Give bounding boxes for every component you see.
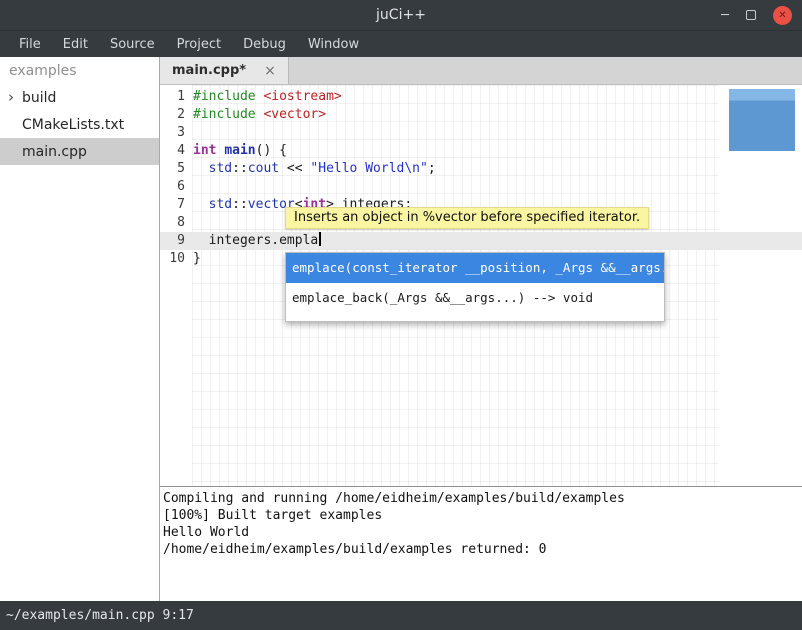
tab-label: main.cpp* bbox=[172, 63, 246, 78]
code-token: } bbox=[193, 251, 201, 266]
line-number: 5 bbox=[160, 160, 185, 178]
code-editor[interactable]: 1 #include <iostream> 2 #include <vector… bbox=[160, 85, 802, 486]
code-token: integers.empla bbox=[193, 233, 318, 248]
line-number: 2 bbox=[160, 106, 185, 124]
code-token: #include bbox=[193, 107, 256, 122]
terminal-line: Hello World bbox=[163, 524, 802, 541]
project-name-label: examples bbox=[0, 57, 159, 84]
statusbar: ~/examples/main.cpp 9:17 bbox=[0, 601, 802, 630]
code-line[interactable]: 6 bbox=[160, 178, 802, 196]
code-text: #include <iostream> bbox=[193, 88, 342, 106]
code-token: cout bbox=[248, 161, 279, 176]
close-icon: ✕ bbox=[778, 10, 786, 21]
code-token: () { bbox=[256, 143, 287, 158]
code-token bbox=[193, 161, 209, 176]
menu-edit[interactable]: Edit bbox=[52, 32, 99, 57]
menu-source[interactable]: Source bbox=[99, 32, 166, 57]
code-token: "Hello World\n" bbox=[310, 161, 427, 176]
code-line[interactable]: 3 bbox=[160, 124, 802, 142]
tabbar: main.cpp* × bbox=[160, 57, 802, 85]
status-file-position: ~/examples/main.cpp 9:17 bbox=[6, 608, 194, 623]
menu-debug[interactable]: Debug bbox=[232, 32, 297, 57]
autocomplete-item[interactable]: emplace_back(_Args &&__args...) --> void bbox=[286, 283, 664, 313]
code-token: int bbox=[193, 143, 216, 158]
window-controls: ─ ✕ bbox=[721, 0, 792, 30]
autocomplete-item[interactable]: emplace(const_iterator __position, _Args… bbox=[286, 253, 664, 283]
minimize-button[interactable]: ─ bbox=[721, 9, 729, 22]
code-line-current[interactable]: 9 integers.empla bbox=[160, 232, 802, 250]
line-number: 4 bbox=[160, 142, 185, 160]
tree-item-cmakelists[interactable]: CMakeLists.txt bbox=[0, 111, 159, 138]
close-button[interactable]: ✕ bbox=[773, 6, 792, 25]
tree-item-label: CMakeLists.txt bbox=[22, 117, 124, 133]
code-text: int main() { bbox=[193, 142, 287, 160]
terminal-line: [100%] Built target examples bbox=[163, 507, 802, 524]
code-token: :: bbox=[232, 197, 248, 212]
content: examples › build CMakeLists.txt main.cpp… bbox=[0, 57, 802, 601]
code-token bbox=[193, 197, 209, 212]
code-token: std bbox=[209, 161, 232, 176]
line-number: 1 bbox=[160, 88, 185, 106]
tree-item-build[interactable]: › build bbox=[0, 84, 159, 111]
scrollbar-thumb[interactable] bbox=[729, 89, 795, 151]
tree-item-label: main.cpp bbox=[22, 144, 87, 160]
code-token: std bbox=[209, 197, 232, 212]
autocomplete-popup: emplace(const_iterator __position, _Args… bbox=[285, 252, 665, 322]
code-line[interactable]: 1 #include <iostream> bbox=[160, 88, 802, 106]
main-panel: main.cpp* × 1 #include <iostream> 2 #inc… bbox=[160, 57, 802, 601]
terminal-line: /home/eidheim/examples/build/examples re… bbox=[163, 541, 802, 558]
line-number: 9 bbox=[160, 232, 185, 250]
menu-file[interactable]: File bbox=[8, 32, 52, 57]
code-token: <iostream> bbox=[263, 89, 341, 104]
build-output-panel: Compiling and running /home/eidheim/exam… bbox=[160, 486, 802, 601]
tab-close-icon[interactable]: × bbox=[264, 63, 276, 79]
code-text: std::cout << "Hello World\n"; bbox=[193, 160, 436, 178]
menu-project[interactable]: Project bbox=[166, 32, 232, 57]
code-line[interactable]: 4 int main() { bbox=[160, 142, 802, 160]
code-token: <vector> bbox=[263, 107, 326, 122]
code-token: :: bbox=[232, 161, 248, 176]
code-line[interactable]: 2 #include <vector> bbox=[160, 106, 802, 124]
code-token: #include bbox=[193, 89, 256, 104]
line-number: 10 bbox=[160, 250, 185, 268]
code-text: } bbox=[193, 250, 201, 268]
line-number: 6 bbox=[160, 178, 185, 196]
file-tree-sidebar: examples › build CMakeLists.txt main.cpp bbox=[0, 57, 160, 601]
doc-tooltip: Inserts an object in %vector before spec… bbox=[285, 207, 649, 229]
menu-window[interactable]: Window bbox=[297, 32, 370, 57]
code-token: << bbox=[279, 161, 310, 176]
window-title: juCi++ bbox=[0, 7, 802, 23]
menubar: File Edit Source Project Debug Window bbox=[0, 30, 802, 57]
chevron-right-icon[interactable]: › bbox=[8, 88, 14, 106]
tab-main-cpp[interactable]: main.cpp* × bbox=[160, 57, 289, 84]
tree-item-main-cpp[interactable]: main.cpp bbox=[0, 138, 159, 165]
line-number: 8 bbox=[160, 214, 185, 232]
tree-item-label: build bbox=[22, 90, 56, 106]
code-token: ; bbox=[428, 161, 436, 176]
code-text: #include <vector> bbox=[193, 106, 326, 124]
code-token: main bbox=[224, 143, 255, 158]
line-number: 3 bbox=[160, 124, 185, 142]
maximize-button[interactable] bbox=[746, 10, 756, 20]
titlebar: juCi++ ─ ✕ bbox=[0, 0, 802, 30]
line-number: 7 bbox=[160, 196, 185, 214]
text-cursor bbox=[319, 232, 321, 246]
editor-lines: 1 #include <iostream> 2 #include <vector… bbox=[160, 88, 802, 268]
code-line[interactable]: 5 std::cout << "Hello World\n"; bbox=[160, 160, 802, 178]
code-text: integers.empla bbox=[193, 232, 321, 250]
terminal-line: Compiling and running /home/eidheim/exam… bbox=[163, 490, 802, 507]
